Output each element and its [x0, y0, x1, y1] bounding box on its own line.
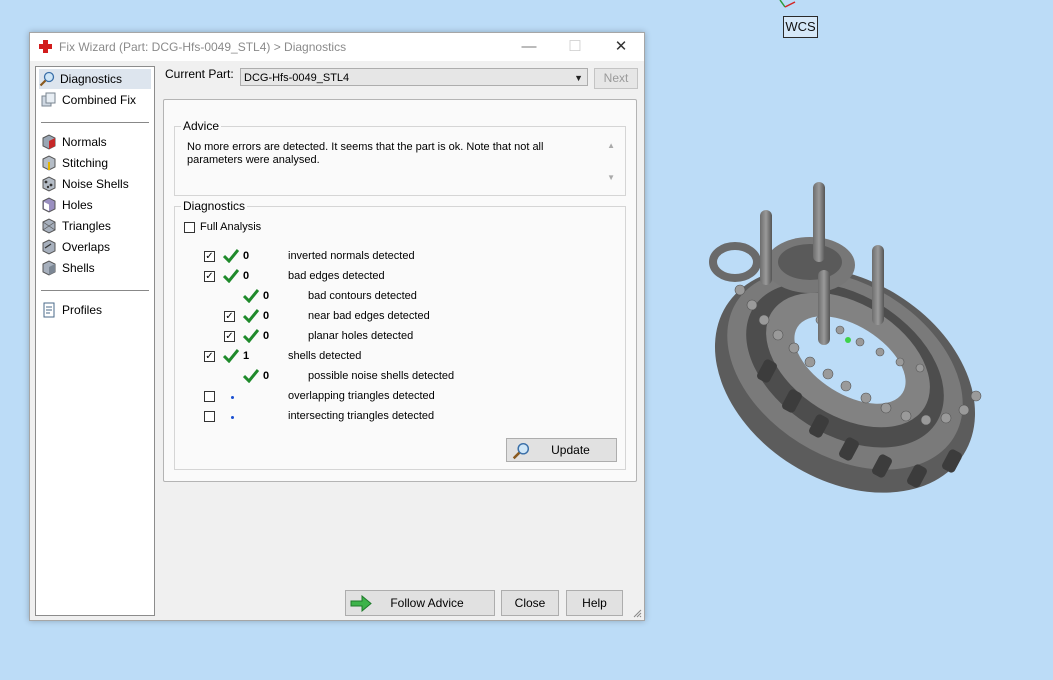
window-title: Fix Wizard (Part: DCG-Hfs-0049_STL4) > D…	[59, 40, 347, 54]
check-icon	[243, 309, 259, 323]
sidebar-divider	[41, 122, 149, 123]
sidebar-item-label: Profiles	[62, 303, 103, 317]
update-button[interactable]: Update	[506, 438, 617, 462]
overlapping-triangles-checkbox[interactable]	[204, 391, 215, 402]
intersecting-triangles-checkbox[interactable]	[204, 411, 215, 422]
check-icon	[223, 249, 239, 263]
sidebar-item-noise-shells[interactable]: Noise Shells	[41, 174, 151, 194]
chevron-down-icon: ▼	[574, 73, 583, 83]
sidebar-item-profiles[interactable]: Profiles	[41, 300, 151, 320]
axis-triad-icon	[779, 0, 796, 8]
wizard-sidebar: Diagnostics Combined Fix Normals Stitchi…	[35, 66, 155, 616]
noise-shells-text: possible noise shells detected	[308, 370, 455, 382]
inverted-normals-checkbox[interactable]: ✓	[204, 251, 215, 262]
follow-advice-label: Follow Advice	[390, 596, 464, 610]
help-button[interactable]: Help	[566, 590, 623, 616]
shells-text: shells detected	[288, 350, 362, 362]
near-bad-edges-text: near bad edges detected	[308, 310, 430, 322]
normals-icon	[42, 134, 56, 150]
sidebar-item-overlaps[interactable]: Overlaps	[41, 237, 151, 257]
sidebar-item-combined-fix[interactable]: Combined Fix	[41, 90, 151, 110]
sidebar-divider	[41, 290, 149, 291]
diagnostics-title: Diagnostics	[181, 199, 248, 213]
intersecting-triangles-text: intersecting triangles detected	[288, 410, 435, 422]
bad-edges-checkbox[interactable]: ✓	[204, 271, 215, 282]
scroll-down-icon[interactable]: ▼	[607, 173, 615, 182]
inverted-normals-count: 0	[243, 250, 250, 262]
diagnostics-panel: Advice No more errors are detected. It s…	[163, 99, 637, 482]
title-bar[interactable]: Fix Wizard (Part: DCG-Hfs-0049_STL4) > D…	[30, 33, 644, 61]
magnifier-icon	[39, 71, 55, 87]
planar-holes-checkbox[interactable]: ✓	[224, 331, 235, 342]
profiles-icon	[43, 302, 55, 318]
sidebar-item-label: Shells	[62, 261, 95, 275]
bad-contours-text: bad contours detected	[308, 290, 417, 302]
sidebar-item-triangles[interactable]: Triangles	[41, 216, 151, 236]
full-analysis-label: Full Analysis	[200, 221, 262, 233]
magnifier-icon	[512, 442, 530, 460]
check-icon	[243, 289, 259, 303]
sidebar-item-diagnostics[interactable]: Diagnostics	[39, 69, 151, 89]
planar-holes-text: planar holes detected	[308, 330, 414, 342]
bad-edges-count: 0	[243, 270, 250, 282]
overlapping-triangles-text: overlapping triangles detected	[288, 390, 435, 402]
minimize-button[interactable]: —	[506, 33, 552, 61]
pending-dot-icon	[231, 416, 234, 419]
pending-dot-icon	[231, 396, 234, 399]
sidebar-item-label: Triangles	[62, 219, 111, 233]
sidebar-item-label: Diagnostics	[60, 72, 123, 86]
overlaps-icon	[42, 239, 56, 255]
advice-group: Advice No more errors are detected. It s…	[174, 119, 626, 196]
inverted-normals-text: inverted normals detected	[288, 250, 415, 262]
advice-title: Advice	[181, 119, 222, 133]
near-bad-edges-checkbox[interactable]: ✓	[224, 311, 235, 322]
scroll-up-icon[interactable]: ▲	[607, 141, 615, 150]
check-icon	[223, 269, 239, 283]
stitching-icon	[42, 155, 56, 171]
sidebar-item-label: Holes	[62, 198, 93, 212]
shells-checkbox[interactable]: ✓	[204, 351, 215, 362]
update-label: Update	[551, 443, 590, 457]
holes-icon	[42, 197, 56, 213]
combined-fix-icon	[41, 92, 56, 107]
resize-grip-icon[interactable]	[632, 608, 642, 618]
near-bad-edges-count: 0	[263, 310, 270, 322]
check-icon	[223, 349, 239, 363]
follow-advice-button[interactable]: Follow Advice	[345, 590, 495, 616]
current-part-label: Current Part:	[165, 67, 234, 81]
red-cross-icon	[39, 40, 52, 53]
close-button[interactable]: Close	[501, 590, 559, 616]
wcs-label: WCS	[783, 16, 818, 38]
current-part-select[interactable]: DCG-Hfs-0049_STL4 ▼	[240, 68, 588, 86]
noise-shells-icon	[42, 176, 56, 192]
sidebar-item-shells[interactable]: Shells	[41, 258, 151, 278]
sidebar-item-stitching[interactable]: Stitching	[41, 153, 151, 173]
sidebar-item-label: Overlaps	[62, 240, 111, 254]
advice-text: No more errors are detected. It seems th…	[187, 141, 544, 166]
sidebar-item-label: Noise Shells	[62, 177, 129, 191]
sidebar-item-label: Normals	[62, 135, 107, 149]
triangles-icon	[42, 218, 56, 234]
shells-count: 1	[243, 350, 250, 362]
sidebar-item-label: Stitching	[62, 156, 109, 170]
maximize-button[interactable]: ☐	[552, 33, 598, 61]
arrow-right-icon	[350, 595, 372, 612]
fix-wizard-window: Fix Wizard (Part: DCG-Hfs-0049_STL4) > D…	[29, 32, 645, 621]
shells-icon	[42, 260, 56, 276]
sidebar-item-holes[interactable]: Holes	[41, 195, 151, 215]
sidebar-item-label: Combined Fix	[62, 93, 137, 107]
diagnostics-group: Diagnostics Full Analysis ✓ 0 inverted n…	[174, 199, 626, 470]
close-window-button[interactable]: ✕	[598, 33, 644, 61]
noise-shells-count: 0	[263, 370, 270, 382]
next-button[interactable]: Next	[594, 68, 638, 89]
planar-holes-count: 0	[263, 330, 270, 342]
bad-edges-text: bad edges detected	[288, 270, 385, 282]
sidebar-item-normals[interactable]: Normals	[41, 132, 151, 152]
bad-contours-count: 0	[263, 290, 270, 302]
check-icon	[243, 329, 259, 343]
check-icon	[243, 369, 259, 383]
full-analysis-checkbox[interactable]	[184, 222, 195, 233]
current-part-value: DCG-Hfs-0049_STL4	[244, 72, 350, 84]
part-model-view[interactable]	[700, 170, 1000, 540]
